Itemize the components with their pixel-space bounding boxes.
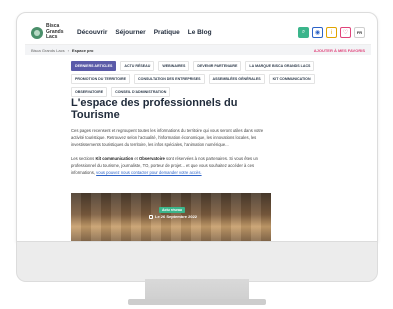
user-icon: ◉ <box>314 30 321 36</box>
page-title: L'espace des professionnels du Tourisme <box>71 97 238 121</box>
language-button[interactable]: FR <box>354 27 365 38</box>
nav-item-sejourner[interactable]: Séjourner <box>115 29 145 36</box>
device-mockup: Bisca Grands Lacs Découvrir Séjourner Pr… <box>0 0 393 309</box>
monitor-chin <box>16 242 378 282</box>
breadcrumb-current: Espace pro <box>71 47 94 53</box>
add-to-favorites-link[interactable]: AJOUTER À MES FAVORIS <box>314 48 365 53</box>
main-nav: Découvrir Séjourner Pratique Le Blog <box>77 29 212 36</box>
category-tag[interactable]: PROMOTION DU TERRITOIRE <box>71 74 131 84</box>
category-tag[interactable]: OBSERVATOIRE <box>71 87 108 97</box>
category-tag[interactable]: CONSULTATION DES ENTREPRISES <box>134 74 205 84</box>
calendar-icon <box>149 214 153 219</box>
header-tools: ⌕ ◉ i ♡ FR <box>298 27 365 38</box>
breadcrumb-home[interactable]: Bisca Grands Lacs <box>31 48 65 53</box>
nav-item-decouvrir[interactable]: Découvrir <box>77 29 107 36</box>
article-card[interactable]: Actu réseau Le 26 Septembre 2022 <box>71 193 271 241</box>
category-tag[interactable]: ACTU RÉSEAU <box>120 61 155 71</box>
account-button[interactable]: ◉ <box>312 27 323 38</box>
logo-line: Lacs <box>46 34 58 41</box>
category-tag[interactable]: DERNIERS ARTICLES <box>71 61 117 71</box>
category-tag[interactable]: WEBINAIRES <box>158 61 190 71</box>
monitor: Bisca Grands Lacs Découvrir Séjourner Pr… <box>16 12 378 282</box>
monitor-bezel: Bisca Grands Lacs Découvrir Séjourner Pr… <box>16 12 378 242</box>
intro-paragraph: Ces pages recensent et regroupent toutes… <box>71 128 264 148</box>
logo-text: Bisca Grands Lacs <box>46 24 64 41</box>
heart-icon: ♡ <box>342 30 349 36</box>
main-content: L'espace des professionnels du Tourisme … <box>71 97 271 182</box>
observatoire-text: Observatoire <box>138 155 165 161</box>
request-access-link[interactable]: vous pouvez nous contacter pour demander… <box>96 170 201 175</box>
monitor-stand-base <box>128 299 266 305</box>
article-category-badge: Actu réseau <box>159 207 186 213</box>
screen: Bisca Grands Lacs Découvrir Séjourner Pr… <box>25 21 371 241</box>
search-icon: ⌕ <box>301 29 306 35</box>
monitor-stand-neck <box>145 279 249 301</box>
nav-item-pratique[interactable]: Pratique <box>154 29 180 36</box>
category-tag[interactable]: CONSEIL D'ADMINISTRATION <box>111 87 171 97</box>
article-date-text: Le 26 Septembre 2022 <box>155 214 198 219</box>
category-tag[interactable]: LA MARQUE BISCA GRANDS LACS <box>245 61 315 71</box>
access-text: Les sections <box>71 155 96 161</box>
language-label: FR <box>356 30 363 35</box>
info-button[interactable]: i <box>326 27 337 38</box>
site-header: Bisca Grands Lacs Découvrir Séjourner Pr… <box>25 21 371 45</box>
breadcrumb-separator: › <box>67 47 69 53</box>
logo-mark-icon <box>31 26 43 39</box>
search-button[interactable]: ⌕ <box>298 27 309 38</box>
access-paragraph: Les sections Kit communication et Observ… <box>71 155 271 177</box>
article-date: Le 26 Septembre 2022 <box>149 214 197 219</box>
info-icon: i <box>330 29 333 36</box>
site-logo[interactable]: Bisca Grands Lacs <box>31 24 71 41</box>
category-tag[interactable]: ASSEMBLÉES GÉNÉRALES <box>208 74 265 84</box>
favorites-button[interactable]: ♡ <box>340 27 351 38</box>
breadcrumb: Bisca Grands Lacs › Espace pro AJOUTER À… <box>25 45 371 55</box>
nav-item-blog[interactable]: Le Blog <box>188 29 212 36</box>
kit-communication-text: Kit communication <box>95 155 134 161</box>
category-tag[interactable]: DEVENIR PARTENAIRE <box>193 61 242 71</box>
category-tag[interactable]: KIT COMMUNICATION <box>268 74 315 84</box>
category-tags: DERNIERS ARTICLES ACTU RÉSEAU WEBINAIRES DE… <box>71 61 331 97</box>
